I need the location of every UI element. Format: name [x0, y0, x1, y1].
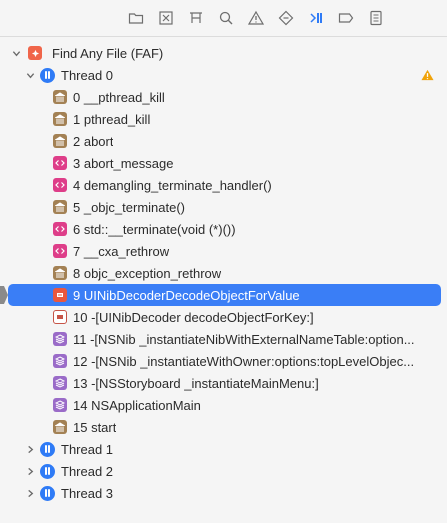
stack-frame-row[interactable]: 9 UINibDecoderDecodeObjectForValue [0, 284, 447, 306]
thread-label: Thread 1 [61, 441, 114, 457]
thread-icon [40, 463, 55, 479]
folder-icon[interactable] [124, 6, 148, 30]
code-icon [53, 178, 67, 192]
frame-icon [53, 288, 67, 302]
stack-frame-label: 10 -[UINibDecoder decodeObjectForKey:] [73, 309, 314, 325]
stack-frame-row[interactable]: 15 start [0, 416, 447, 438]
stack-frame-row[interactable]: 10 -[UINibDecoder decodeObjectForKey:] [0, 306, 447, 328]
framework-icon [53, 112, 67, 126]
stack-frame-label: 9 UINibDecoderDecodeObjectForValue [73, 287, 300, 303]
stack-frame-row[interactable]: 8 objc_exception_rethrow [0, 262, 447, 284]
stack-frame-row[interactable]: 7 __cxa_rethrow [0, 240, 447, 262]
app-name: Find Any File (FAF) [52, 45, 164, 61]
thread-icon [40, 67, 55, 83]
framework-icon [53, 90, 67, 104]
tag-icon[interactable] [334, 6, 358, 30]
app-icon [28, 46, 42, 60]
stack-frame-label: 7 __cxa_rethrow [73, 243, 170, 259]
frame-icon [53, 310, 67, 324]
stack-frame-label: 15 start [73, 419, 117, 435]
tree-row-thread-3[interactable]: Thread 3 [0, 482, 447, 504]
stack-frame-label: 4 demangling_terminate_handler() [73, 177, 272, 193]
tree-row-thread-0[interactable]: Thread 0 [0, 64, 447, 86]
close-square-icon[interactable] [154, 6, 178, 30]
tree-row-thread-1[interactable]: Thread 1 [0, 438, 447, 460]
stack-frame-row[interactable]: 12 -[NSNib _instantiateWithOwner:options… [0, 350, 447, 372]
stack-frame-row[interactable]: 13 -[NSStoryboard _instantiateMainMenu:] [0, 372, 447, 394]
debug-navigator-icon[interactable] [304, 6, 328, 30]
chevron-right-icon[interactable] [24, 443, 36, 455]
framework-icon [53, 266, 67, 280]
stack-frame-label: 14 NSApplicationMain [73, 397, 201, 413]
thread-icon [40, 485, 55, 501]
stack-frame-row[interactable]: 1 pthread_kill [0, 108, 447, 130]
chevron-right-icon[interactable] [24, 487, 36, 499]
warning-icon[interactable] [244, 6, 268, 30]
stack-icon [53, 354, 67, 368]
stack-frame-row[interactable]: 5 _objc_terminate() [0, 196, 447, 218]
hierarchy-icon[interactable] [184, 6, 208, 30]
framework-icon [53, 420, 67, 434]
stack-icon [53, 376, 67, 390]
tree-row-app[interactable]: Find Any File (FAF) [0, 42, 447, 64]
chevron-right-icon[interactable] [24, 465, 36, 477]
framework-icon [53, 134, 67, 148]
stack-frame-label: 0 __pthread_kill [73, 89, 165, 105]
diamond-icon[interactable] [274, 6, 298, 30]
stack-frame-label: 2 abort [73, 133, 114, 149]
stack-frame-label: 3 abort_message [73, 155, 174, 171]
stack-frame-row[interactable]: 3 abort_message [0, 152, 447, 174]
chevron-down-icon[interactable] [24, 69, 36, 81]
stack-frame-row[interactable]: 14 NSApplicationMain [0, 394, 447, 416]
thread-label: Thread 2 [61, 463, 114, 479]
chevron-down-icon[interactable] [10, 47, 22, 59]
stack-frame-label: 1 pthread_kill [73, 111, 151, 127]
stack-frame-row[interactable]: 2 abort [0, 130, 447, 152]
thread-label: Thread 0 [61, 67, 114, 83]
thread-label: Thread 3 [61, 485, 114, 501]
stack-icon [53, 332, 67, 346]
stack-frame-row[interactable]: 0 __pthread_kill [0, 86, 447, 108]
thread-icon [40, 441, 55, 457]
stack-frame-label: 6 std::__terminate(void (*)()) [73, 221, 236, 237]
stack-icon [53, 398, 67, 412]
stack-frame-label: 8 objc_exception_rethrow [73, 265, 222, 281]
stack-frame-row[interactable]: 6 std::__terminate(void (*)()) [0, 218, 447, 240]
warning-icon[interactable] [421, 64, 435, 86]
stack-frame-label: 13 -[NSStoryboard _instantiateMainMenu:] [73, 375, 319, 391]
toolbar-divider [0, 36, 447, 37]
code-icon [53, 244, 67, 258]
framework-icon [53, 200, 67, 214]
stack-frame-label: 5 _objc_terminate() [73, 199, 185, 215]
tree-row-thread-2[interactable]: Thread 2 [0, 460, 447, 482]
search-icon[interactable] [214, 6, 238, 30]
stack-frame-label: 12 -[NSNib _instantiateWithOwner:options… [73, 353, 415, 369]
code-icon [53, 156, 67, 170]
stack-frame-row[interactable]: 11 -[NSNib _instantiateNibWithExternalNa… [0, 328, 447, 350]
report-icon[interactable] [364, 6, 388, 30]
stack-frame-row[interactable]: 4 demangling_terminate_handler() [0, 174, 447, 196]
stack-frame-label: 11 -[NSNib _instantiateNibWithExternalNa… [73, 331, 415, 347]
code-icon [53, 222, 67, 236]
navigator-toolbar [0, 0, 447, 36]
